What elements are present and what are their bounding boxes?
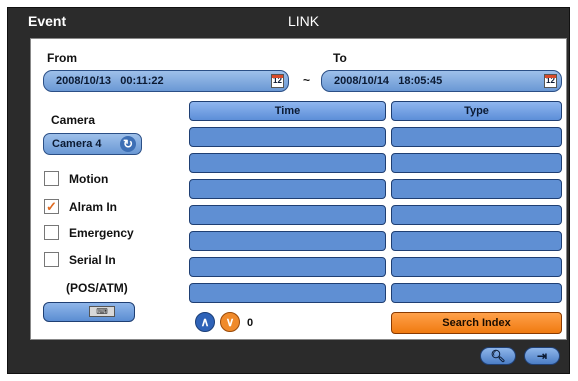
to-label: To <box>333 51 347 65</box>
pos-atm-keyboard-button[interactable]: ⌨ <box>43 302 135 322</box>
keyboard-icon: ⌨ <box>89 306 115 317</box>
camera-select[interactable]: Camera 4 ↻ <box>43 133 142 155</box>
emergency-label: Emergency <box>69 226 134 240</box>
from-datetime-value: 2008/10/13 00:11:22 <box>56 75 164 87</box>
window-subtitle: LINK <box>288 13 320 29</box>
table-cell-time[interactable] <box>189 179 386 199</box>
calendar-icon[interactable]: 12 <box>271 74 284 88</box>
result-count: 0 <box>247 317 254 329</box>
search-icon: 🔍︎ <box>490 349 506 363</box>
to-datetime-field[interactable]: 2008/10/14 18:05:45 12 <box>321 70 562 92</box>
table-cell-type[interactable] <box>391 257 562 277</box>
table-cell-type[interactable] <box>391 153 562 173</box>
chevron-down-icon[interactable]: ∨ <box>220 312 240 332</box>
calendar-icon[interactable]: 12 <box>544 74 557 88</box>
table-cell-time[interactable] <box>189 127 386 147</box>
search-index-button[interactable]: Search Index <box>391 312 562 334</box>
table-cell-type[interactable] <box>391 205 562 225</box>
title-bar: Event LINK <box>8 8 569 33</box>
emergency-checkbox[interactable] <box>44 225 59 240</box>
serial-in-label: Serial In <box>69 253 116 267</box>
table-cell-type[interactable] <box>391 127 562 147</box>
table-cell-type[interactable] <box>391 179 562 199</box>
from-datetime-field[interactable]: 2008/10/13 00:11:22 12 <box>43 70 289 92</box>
table-cell-time[interactable] <box>189 153 386 173</box>
motion-checkbox[interactable] <box>44 171 59 186</box>
chevron-up-icon[interactable]: ∧ <box>195 312 215 332</box>
alarm-in-checkbox[interactable]: ✓ <box>44 199 59 214</box>
table-cell-time[interactable] <box>189 257 386 277</box>
search-button[interactable]: 🔍︎ <box>480 347 516 365</box>
from-label: From <box>47 51 77 65</box>
serial-in-checkbox[interactable] <box>44 252 59 267</box>
table-cell-time[interactable] <box>189 283 386 303</box>
event-window: Event LINK From 2008/10/13 00:11:22 12 ~… <box>7 7 570 374</box>
exit-icon: ⇥ <box>536 349 548 363</box>
pos-atm-label: (POS/ATM) <box>66 281 128 295</box>
exit-button[interactable]: ⇥ <box>524 347 560 365</box>
alarm-in-label: Alram In <box>69 200 118 214</box>
search-panel: From 2008/10/13 00:11:22 12 ~ To 2008/10… <box>30 38 567 340</box>
camera-selected-value: Camera 4 <box>52 138 102 150</box>
column-header-type[interactable]: Type <box>391 101 562 121</box>
table-cell-time[interactable] <box>189 231 386 251</box>
refresh-icon[interactable]: ↻ <box>120 136 136 152</box>
to-datetime-value: 2008/10/14 18:05:45 <box>334 75 443 87</box>
range-separator: ~ <box>303 73 311 87</box>
table-cell-type[interactable] <box>391 283 562 303</box>
table-cell-type[interactable] <box>391 231 562 251</box>
window-title: Event <box>28 13 67 29</box>
motion-label: Motion <box>69 172 109 186</box>
table-cell-time[interactable] <box>189 205 386 225</box>
column-header-time[interactable]: Time <box>189 101 386 121</box>
camera-label: Camera <box>51 113 96 127</box>
